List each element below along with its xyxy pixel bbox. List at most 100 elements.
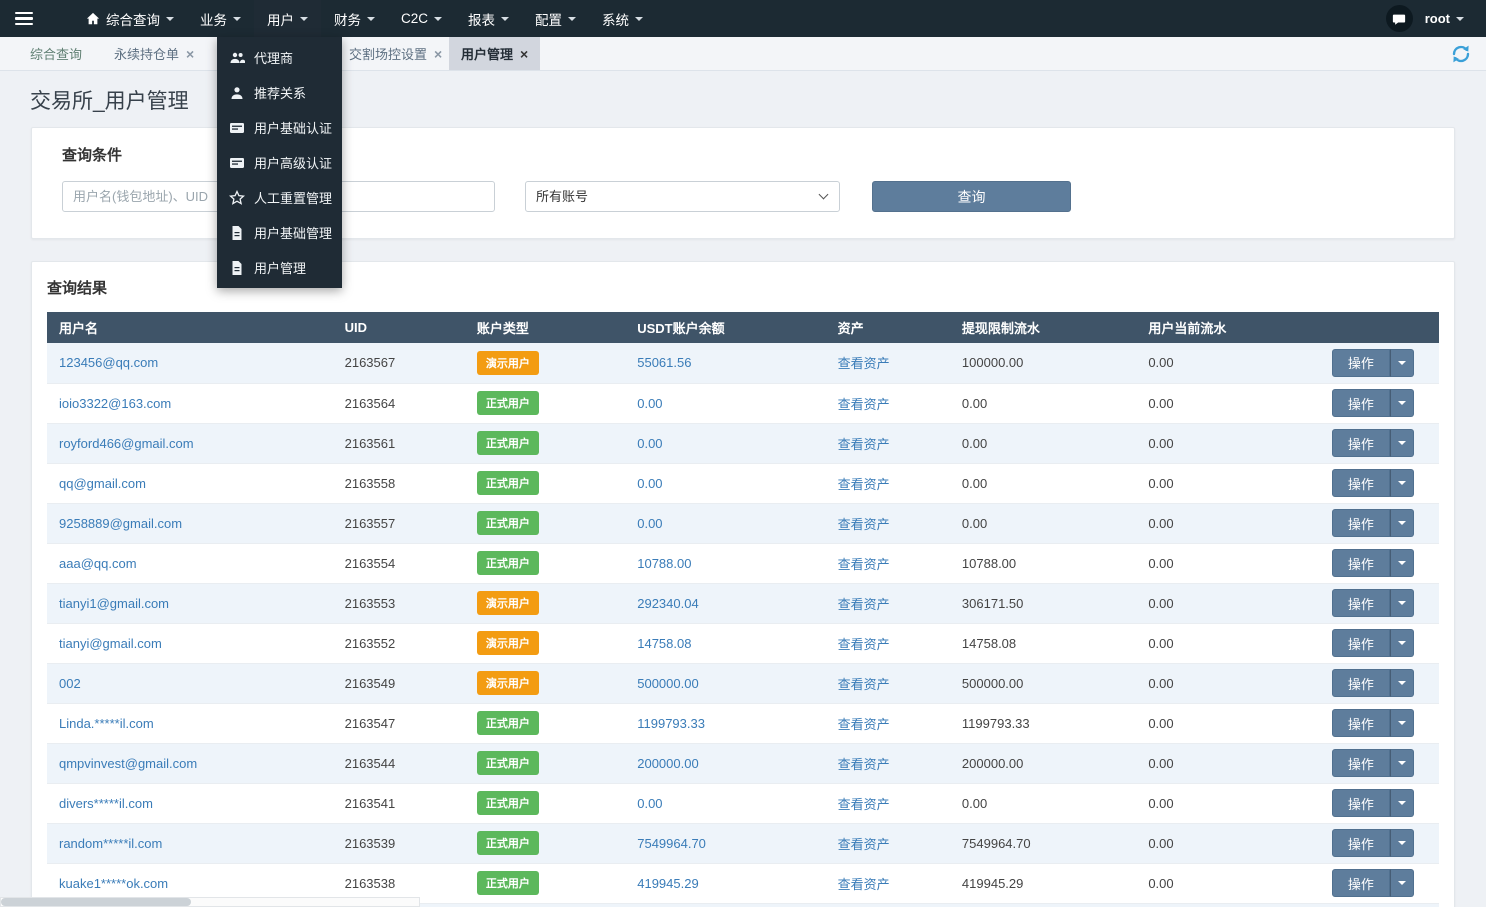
- view-assets-link[interactable]: 查看资产: [838, 517, 890, 532]
- usdt-balance-link[interactable]: 7549964.70: [637, 836, 706, 851]
- username-link[interactable]: divers*****il.com: [59, 796, 153, 811]
- username-link[interactable]: Linda.*****il.com: [59, 716, 154, 731]
- action-button[interactable]: 操作: [1332, 509, 1390, 537]
- action-dropdown-button[interactable]: [1390, 589, 1414, 617]
- action-button[interactable]: 操作: [1332, 469, 1390, 497]
- view-assets-link[interactable]: 查看资产: [838, 597, 890, 612]
- username-link[interactable]: qq@gmail.com: [59, 476, 146, 491]
- usdt-balance-link[interactable]: 292340.04: [637, 596, 698, 611]
- view-assets-link[interactable]: 查看资产: [838, 757, 890, 772]
- action-dropdown-button[interactable]: [1390, 629, 1414, 657]
- usdt-balance-link[interactable]: 0.00: [637, 516, 662, 531]
- action-dropdown-button[interactable]: [1390, 389, 1414, 417]
- action-button[interactable]: 操作: [1332, 389, 1390, 417]
- tab-perpetual-positions[interactable]: 永续持仓单 ×: [102, 37, 206, 70]
- action-button[interactable]: 操作: [1332, 349, 1390, 377]
- action-button[interactable]: 操作: [1332, 709, 1390, 737]
- view-assets-link[interactable]: 查看资产: [838, 557, 890, 572]
- view-assets-link[interactable]: 查看资产: [838, 677, 890, 692]
- username-link[interactable]: ioio3322@163.com: [59, 396, 171, 411]
- usdt-balance-link[interactable]: 419945.29: [637, 876, 698, 891]
- nav-item-overview[interactable]: 综合查询: [73, 0, 187, 37]
- account-type-select[interactable]: 所有账号: [525, 181, 840, 212]
- tab-close-icon[interactable]: ×: [434, 47, 442, 61]
- dropdown-item-user-basic-management[interactable]: 用户基础管理: [217, 215, 342, 250]
- action-dropdown-button[interactable]: [1390, 709, 1414, 737]
- messages-button[interactable]: [1386, 5, 1413, 32]
- username-link[interactable]: royford466@gmail.com: [59, 436, 194, 451]
- action-dropdown-button[interactable]: [1390, 549, 1414, 577]
- action-dropdown-button[interactable]: [1390, 429, 1414, 457]
- tab-user-management[interactable]: 用户管理 ×: [449, 37, 540, 70]
- nav-item-user[interactable]: 用户: [254, 0, 321, 37]
- usdt-balance-link[interactable]: 14758.08: [637, 636, 691, 651]
- dropdown-item-agents[interactable]: 代理商: [217, 40, 342, 75]
- nav-item-system[interactable]: 系统: [589, 0, 656, 37]
- username-link[interactable]: kuake1*****ok.com: [59, 876, 168, 891]
- horizontal-scrollbar-thumb[interactable]: [1, 898, 191, 906]
- nav-item-c2c[interactable]: C2C: [388, 0, 455, 37]
- action-button[interactable]: 操作: [1332, 549, 1390, 577]
- username-link[interactable]: 123456@qq.com: [59, 355, 158, 370]
- username-link[interactable]: 002: [59, 676, 81, 691]
- dropdown-item-user-management[interactable]: 用户管理: [217, 250, 342, 285]
- search-button[interactable]: 查询: [872, 181, 1071, 212]
- action-button[interactable]: 操作: [1332, 829, 1390, 857]
- view-assets-link[interactable]: 查看资产: [838, 797, 890, 812]
- dropdown-item-user-basic-kyc[interactable]: 用户基础认证: [217, 110, 342, 145]
- action-dropdown-button[interactable]: [1390, 469, 1414, 497]
- usdt-balance-link[interactable]: 10788.00: [637, 556, 691, 571]
- action-dropdown-button[interactable]: [1390, 789, 1414, 817]
- usdt-balance-link[interactable]: 0.00: [637, 476, 662, 491]
- action-button[interactable]: 操作: [1332, 789, 1390, 817]
- action-dropdown-button[interactable]: [1390, 669, 1414, 697]
- username-link[interactable]: tianyi@gmail.com: [59, 636, 162, 651]
- refresh-button[interactable]: [1449, 42, 1473, 66]
- nav-item-reports[interactable]: 报表: [455, 0, 522, 37]
- user-menu[interactable]: root: [1425, 11, 1464, 26]
- username-link[interactable]: qmpvinvest@gmail.com: [59, 756, 197, 771]
- action-dropdown-button[interactable]: [1390, 349, 1414, 377]
- view-assets-link[interactable]: 查看资产: [838, 637, 890, 652]
- nav-item-finance[interactable]: 财务: [321, 0, 388, 37]
- view-assets-link[interactable]: 查看资产: [838, 397, 890, 412]
- view-assets-link[interactable]: 查看资产: [838, 717, 890, 732]
- tab-delivery-control-settings[interactable]: 交割场控设置 ×: [337, 37, 454, 70]
- view-assets-link[interactable]: 查看资产: [838, 877, 890, 892]
- tab-close-icon[interactable]: ×: [520, 47, 528, 61]
- usdt-balance-link[interactable]: 0.00: [637, 436, 662, 451]
- action-button[interactable]: 操作: [1332, 429, 1390, 457]
- action-dropdown-button[interactable]: [1390, 749, 1414, 777]
- action-dropdown-button[interactable]: [1390, 829, 1414, 857]
- action-button[interactable]: 操作: [1332, 629, 1390, 657]
- dropdown-item-referral-relations[interactable]: 推荐关系: [217, 75, 342, 110]
- usdt-balance-link[interactable]: 1199793.33: [637, 716, 705, 731]
- view-assets-link[interactable]: 查看资产: [838, 356, 890, 371]
- action-button[interactable]: 操作: [1332, 669, 1390, 697]
- action-dropdown-button[interactable]: [1390, 869, 1414, 897]
- horizontal-scrollbar[interactable]: [0, 897, 420, 907]
- action-button[interactable]: 操作: [1332, 749, 1390, 777]
- dropdown-item-manual-reset[interactable]: 人工重置管理: [217, 180, 342, 215]
- nav-item-business[interactable]: 业务: [187, 0, 254, 37]
- nav-item-config[interactable]: 配置: [522, 0, 589, 37]
- tab-close-icon[interactable]: ×: [186, 47, 194, 61]
- usdt-balance-link[interactable]: 200000.00: [637, 756, 698, 771]
- username-link[interactable]: aaa@qq.com: [59, 556, 137, 571]
- usdt-balance-link[interactable]: 500000.00: [637, 676, 698, 691]
- action-dropdown-button[interactable]: [1390, 509, 1414, 537]
- username-link[interactable]: random*****il.com: [59, 836, 162, 851]
- usdt-balance-link[interactable]: 55061.56: [637, 355, 691, 370]
- menu-toggle-button[interactable]: [0, 0, 47, 37]
- action-button[interactable]: 操作: [1332, 589, 1390, 617]
- usdt-balance-link[interactable]: 0.00: [637, 396, 662, 411]
- view-assets-link[interactable]: 查看资产: [838, 437, 890, 452]
- tab-overview[interactable]: 综合查询: [18, 37, 94, 70]
- dropdown-item-user-advanced-kyc[interactable]: 用户高级认证: [217, 145, 342, 180]
- action-button[interactable]: 操作: [1332, 869, 1390, 897]
- view-assets-link[interactable]: 查看资产: [838, 477, 890, 492]
- view-assets-link[interactable]: 查看资产: [838, 837, 890, 852]
- username-link[interactable]: tianyi1@gmail.com: [59, 596, 169, 611]
- usdt-balance-link[interactable]: 0.00: [637, 796, 662, 811]
- username-link[interactable]: 9258889@gmail.com: [59, 516, 182, 531]
